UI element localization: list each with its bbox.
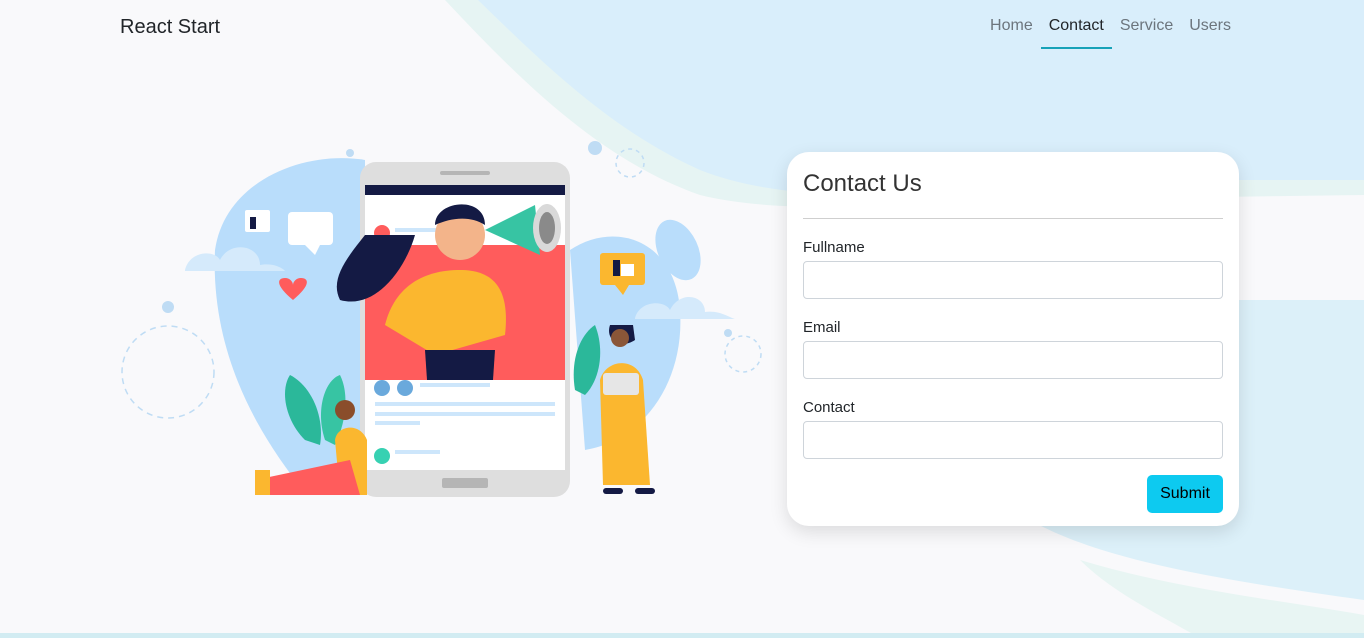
title-divider [803, 218, 1223, 219]
navbar: React Start Home Contact Service Users [0, 0, 1364, 56]
submit-button[interactable]: Submit [1147, 475, 1223, 513]
submit-row: Submit [803, 475, 1223, 513]
email-label: Email [803, 319, 841, 336]
nav-link-contact[interactable]: Contact [1040, 16, 1113, 49]
nav-link-service[interactable]: Service [1112, 16, 1181, 47]
contact-form-card: Contact Us Fullname Email Contact Submit [787, 152, 1239, 526]
contact-form-title: Contact Us [803, 170, 922, 197]
nav-links: Home Contact Service Users [982, 16, 1239, 49]
fullname-input[interactable] [803, 261, 1223, 299]
nav-link-users[interactable]: Users [1181, 16, 1239, 47]
laptop-icon [603, 373, 639, 395]
fullname-label: Fullname [803, 239, 865, 256]
contact-input[interactable] [803, 421, 1223, 459]
email-input[interactable] [803, 341, 1223, 379]
hero-illustration [121, 141, 762, 497]
thumbs-up-icon [245, 210, 270, 232]
nav-link-home[interactable]: Home [982, 16, 1041, 47]
bottom-strip [0, 633, 1364, 638]
brand-link[interactable]: React Start [120, 16, 220, 39]
contact-label: Contact [803, 399, 855, 416]
